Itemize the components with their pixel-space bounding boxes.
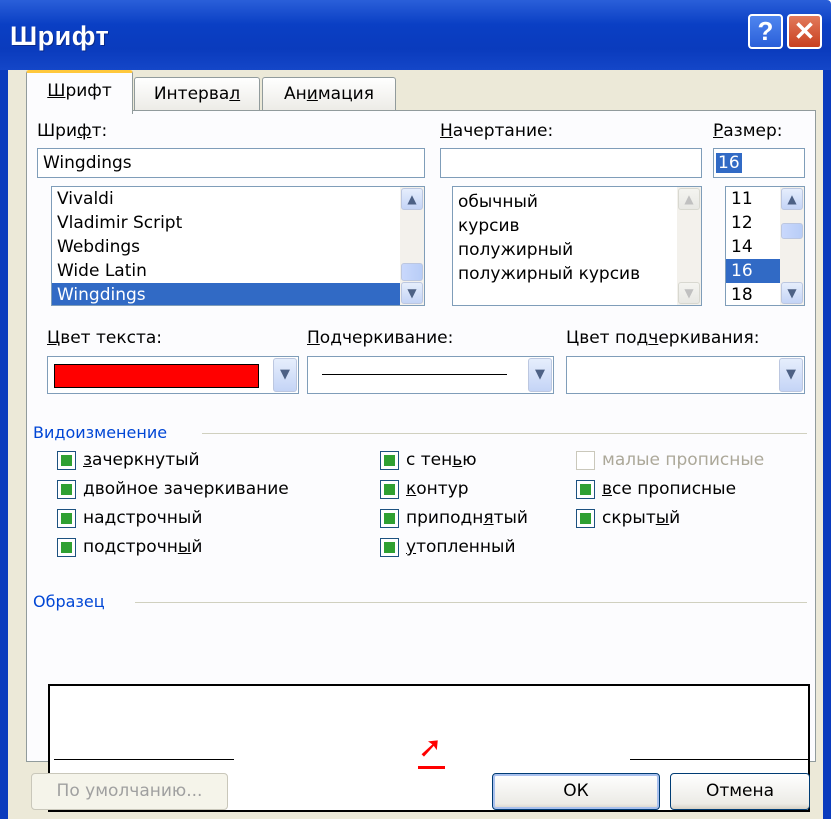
underline-dropdown[interactable]: ▼: [307, 356, 554, 394]
text-color-dropdown[interactable]: ▼: [47, 356, 299, 394]
style-list-item[interactable]: полужирный: [453, 238, 701, 262]
default-button[interactable]: По умолчанию...: [31, 773, 228, 810]
style-list-item[interactable]: курсив: [453, 214, 701, 238]
underline-label: Подчеркивание:: [307, 328, 454, 348]
effect-label: все прописные: [602, 479, 737, 499]
effects-group-title: Видоизменение: [33, 423, 168, 442]
font-list-scrollbar[interactable]: ▲ ▼: [400, 187, 424, 305]
checkbox-box[interactable]: [57, 537, 76, 557]
title-bar[interactable]: Шрифт ? ✕: [0, 0, 831, 70]
effect-checkbox[interactable]: утопленный: [380, 537, 516, 557]
effect-checkbox[interactable]: контур: [380, 479, 469, 499]
size-list[interactable]: 11 12 14 16 18 ▲ ▼: [725, 186, 805, 306]
ok-button[interactable]: ОК: [492, 773, 660, 810]
checkbox-box[interactable]: [57, 508, 76, 528]
checkbox-box[interactable]: [380, 508, 399, 528]
effect-label: подстрочный: [83, 537, 203, 557]
style-list[interactable]: обычный курсив полужирный полужирный курсив…: [452, 186, 702, 306]
checkbox-box[interactable]: [576, 479, 595, 499]
help-button[interactable]: ?: [748, 14, 783, 49]
style-list-scrollbar[interactable]: ▲ ▼: [677, 187, 701, 305]
effect-checkbox[interactable]: скрытый: [576, 508, 680, 528]
effect-checkbox[interactable]: зачеркнутый: [57, 450, 200, 470]
checkbox-box[interactable]: [380, 479, 399, 499]
effect-label: двойное зачеркивание: [83, 479, 289, 499]
checkbox-box[interactable]: [576, 450, 595, 470]
sample-underline: [418, 766, 445, 769]
chevron-down-icon[interactable]: ▼: [779, 358, 803, 392]
chevron-down-icon[interactable]: ▼: [401, 282, 423, 304]
effect-checkbox[interactable]: малые прописные: [576, 450, 764, 470]
effect-checkbox[interactable]: все прописные: [576, 479, 736, 499]
tab-font-label: рифт: [65, 81, 112, 101]
effect-label: скрытый: [602, 508, 681, 528]
chevron-down-icon[interactable]: ▼: [781, 282, 803, 304]
sample-divider: [135, 602, 807, 603]
font-label: Шрифт:: [37, 121, 108, 141]
underline-color-dropdown[interactable]: ▼: [566, 356, 805, 394]
font-list-item[interactable]: Vivaldi: [52, 187, 424, 211]
close-button[interactable]: ✕: [787, 14, 822, 49]
effect-checkbox[interactable]: двойное зачеркивание: [57, 479, 289, 499]
chevron-down-icon[interactable]: ▼: [678, 282, 700, 304]
size-label: Размер:: [713, 121, 783, 141]
sample-group-title: Образец: [33, 592, 105, 611]
font-tab-panel: Шрифт: Wingdings Vivaldi Vladimir Script W…: [26, 110, 816, 762]
effect-label: утопленный: [406, 537, 516, 557]
font-dialog: Шрифт ? ✕ Шрифт Интервал Анимация Шрифт:…: [0, 0, 831, 819]
checkbox-box[interactable]: [57, 450, 76, 470]
chevron-up-icon[interactable]: ▲: [781, 188, 803, 210]
scroll-thumb[interactable]: [781, 223, 803, 239]
chevron-up-icon[interactable]: ▲: [401, 188, 423, 210]
effect-label: зачеркнутый: [83, 450, 200, 470]
sample-arrow-icon: ➚: [418, 730, 443, 764]
style-input[interactable]: [440, 148, 702, 178]
style-label: Начертание:: [440, 121, 554, 141]
effect-label: контур: [406, 479, 469, 499]
tab-spacing[interactable]: Интервал: [134, 77, 260, 111]
sample-line-right: [630, 759, 808, 760]
tab-font[interactable]: Шрифт: [26, 70, 133, 114]
effect-label: с тенью: [406, 450, 477, 470]
dialog-body: Шрифт Интервал Анимация Шрифт: Wingdings…: [8, 70, 823, 819]
window-title: Шрифт: [10, 21, 110, 51]
effect-label: надстрочный: [83, 508, 203, 528]
underline-preview: [322, 374, 507, 375]
effect-checkbox[interactable]: надстрочный: [57, 508, 202, 528]
checkbox-box[interactable]: [380, 537, 399, 557]
text-color-label: Цвет текста:: [47, 328, 163, 348]
effect-checkbox[interactable]: приподнятый: [380, 508, 528, 528]
font-input[interactable]: Wingdings: [37, 148, 425, 178]
font-list-item[interactable]: Vladimir Script: [52, 211, 424, 235]
chevron-up-icon[interactable]: ▲: [678, 188, 700, 210]
font-list-item[interactable]: Wide Latin: [52, 259, 424, 283]
font-list[interactable]: Vivaldi Vladimir Script Webdings Wide Latin…: [51, 186, 425, 306]
underline-color-label: Цвет подчеркивания:: [566, 328, 760, 348]
effect-checkbox[interactable]: подстрочный: [57, 537, 202, 557]
style-list-item[interactable]: полужирный курсив: [453, 262, 701, 286]
effect-label: малые прописные: [602, 450, 765, 470]
effect-checkbox[interactable]: с тенью: [380, 450, 477, 470]
chevron-down-icon[interactable]: ▼: [273, 358, 297, 392]
checkbox-box[interactable]: [57, 479, 76, 499]
style-list-item[interactable]: обычный: [453, 190, 701, 214]
scroll-thumb[interactable]: [401, 263, 423, 281]
tab-animation[interactable]: Анимация: [262, 77, 396, 111]
cancel-button[interactable]: Отмена: [670, 773, 810, 810]
color-swatch: [54, 364, 259, 388]
checkbox-box[interactable]: [576, 508, 595, 528]
effects-divider: [202, 433, 807, 434]
font-list-item[interactable]: Wingdings: [52, 283, 424, 305]
chevron-down-icon[interactable]: ▼: [528, 358, 552, 392]
sample-line-left: [54, 759, 234, 760]
effect-label: приподнятый: [406, 508, 528, 528]
size-list-scrollbar[interactable]: ▲ ▼: [780, 187, 804, 305]
checkbox-box[interactable]: [380, 450, 399, 470]
font-list-item[interactable]: Webdings: [52, 235, 424, 259]
size-input[interactable]: 16: [713, 148, 805, 178]
